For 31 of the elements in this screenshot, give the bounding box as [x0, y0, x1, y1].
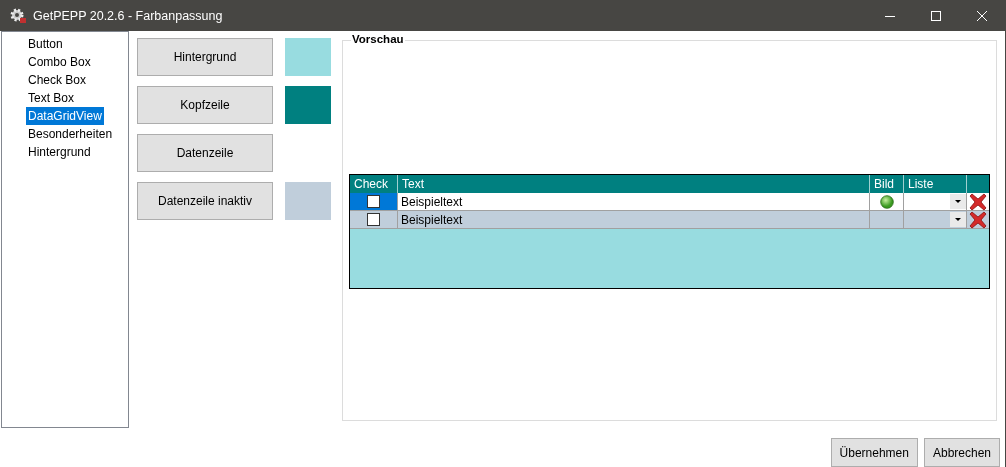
- dropdown-button[interactable]: [950, 194, 966, 209]
- tree-item[interactable]: DataGridView: [26, 107, 104, 125]
- color-button[interactable]: Datenzeile inaktiv: [137, 182, 273, 220]
- tree-item[interactable]: Hintergrund: [26, 143, 93, 161]
- tree-item[interactable]: Text Box: [26, 89, 77, 107]
- window-title: GetPEPP 20.2.6 - Farbanpassung: [33, 8, 223, 23]
- grid-row[interactable]: Beispieltext: [350, 211, 989, 229]
- maximize-icon[interactable]: [930, 9, 942, 22]
- dialog-button[interactable]: Übernehmen: [830, 438, 918, 467]
- table-cell: Beispieltext: [398, 211, 870, 229]
- color-button[interactable]: Hintergrund: [137, 38, 273, 76]
- tree-item[interactable]: Besonderheiten: [26, 125, 115, 143]
- tree-item[interactable]: Combo Box: [26, 53, 93, 71]
- tree-item[interactable]: Button: [26, 35, 65, 53]
- check-cell[interactable]: [350, 211, 398, 229]
- delete-icon[interactable]: [969, 210, 987, 229]
- checkbox[interactable]: [367, 195, 380, 208]
- check-cell[interactable]: [350, 193, 398, 211]
- caret-icon: [955, 199, 961, 204]
- color-button[interactable]: Kopfzeile: [137, 86, 273, 124]
- checkbox[interactable]: [367, 213, 380, 226]
- close-icon[interactable]: [976, 9, 988, 22]
- tree-item[interactable]: Check Box: [26, 71, 89, 89]
- gear-icon: [9, 6, 27, 25]
- dialog-button[interactable]: Abbrechen: [923, 438, 1000, 467]
- grid-row[interactable]: Beispieltext: [350, 193, 989, 211]
- caret-icon: [955, 217, 961, 222]
- color-button[interactable]: Datenzeile: [137, 134, 273, 172]
- group-title: Vorschau: [351, 33, 405, 45]
- dropdown-button[interactable]: [950, 212, 966, 227]
- delete-icon[interactable]: [969, 192, 987, 211]
